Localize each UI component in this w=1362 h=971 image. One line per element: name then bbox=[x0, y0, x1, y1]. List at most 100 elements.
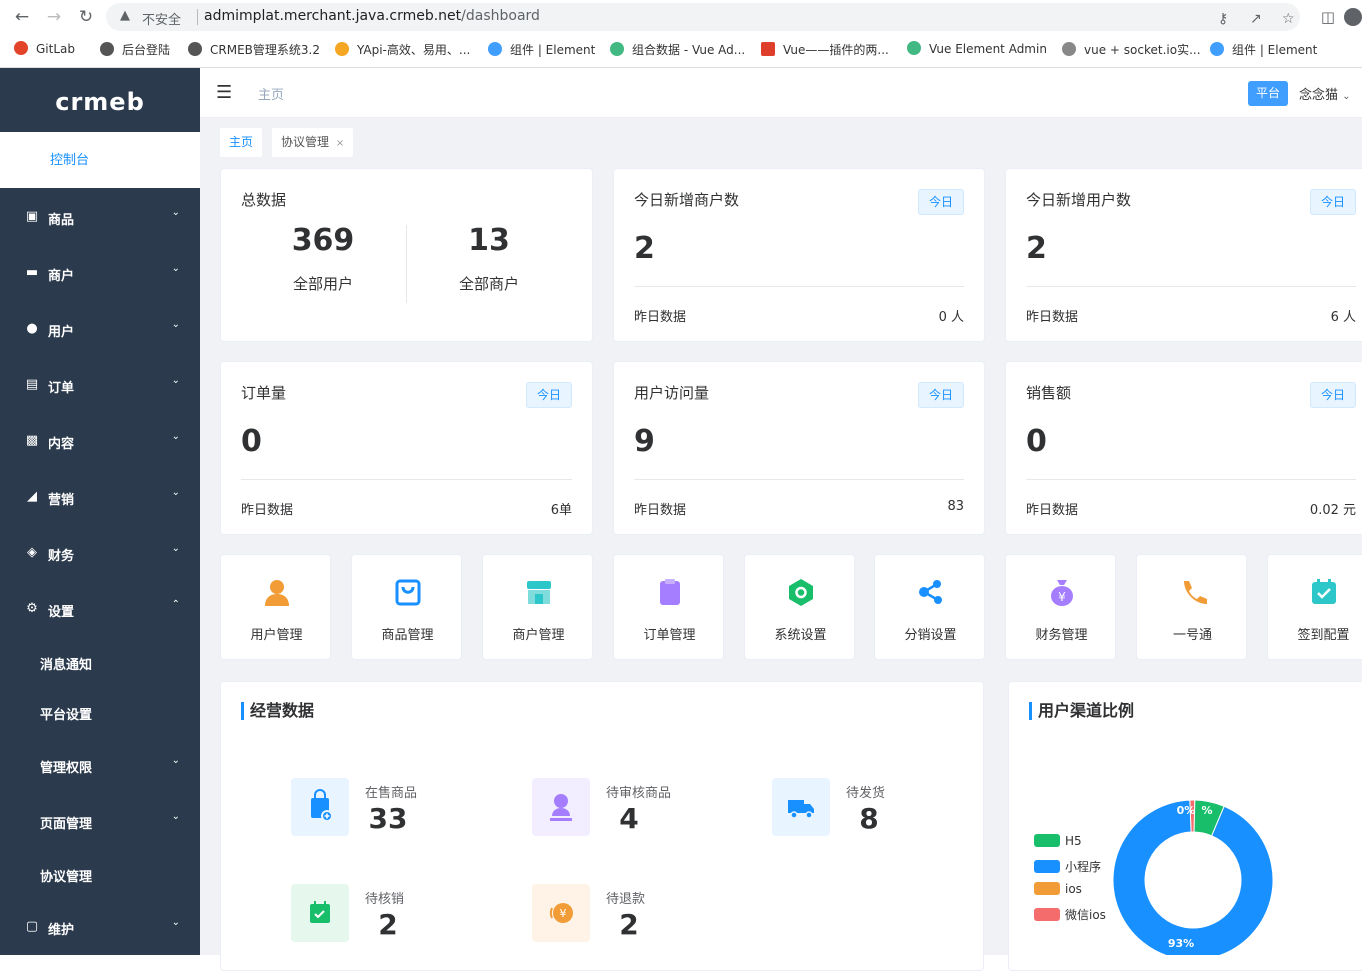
sidebar-item-finance[interactable]: ◈ 财务 ⌄ bbox=[0, 526, 200, 582]
quick-link-label: 订单管理 bbox=[643, 628, 696, 643]
sidebar-item-content[interactable]: ▩ 内容 ⌄ bbox=[0, 414, 200, 470]
quick-link-yihaotong[interactable]: 一号通 bbox=[1136, 554, 1247, 660]
username: 念念猫 bbox=[1299, 88, 1339, 103]
pending-verify-stat[interactable]: 待核销 2 bbox=[291, 884, 511, 944]
quick-link-distribution-settings[interactable]: 分销设置 bbox=[874, 554, 985, 660]
tool-icon: ▢ bbox=[25, 919, 39, 934]
stat-value: 2 bbox=[619, 908, 639, 941]
address-bar[interactable]: ▲ 不安全 admimplat.merchant.java.crmeb.net/… bbox=[106, 3, 1300, 31]
forward-arrow-icon[interactable]: → bbox=[42, 5, 66, 29]
chevron-down-icon: ⌄ bbox=[171, 811, 180, 822]
bookmark-item[interactable]: 后台登陆 bbox=[100, 41, 170, 58]
quick-link-merchant-management[interactable]: 商户管理 bbox=[482, 554, 593, 660]
quick-link-label: 财务管理 bbox=[1035, 628, 1088, 643]
sidebar-subitem-agreement[interactable]: 协议管理 bbox=[0, 850, 200, 900]
divider bbox=[634, 286, 964, 287]
chevron-up-icon: ⌃ bbox=[171, 599, 180, 610]
sidebar-item-maintain[interactable]: ▢ 维护 ⌄ bbox=[0, 900, 200, 956]
insecure-label: 不安全 bbox=[142, 13, 182, 28]
bookmark-item[interactable]: 组件 | Element bbox=[1210, 41, 1317, 58]
book-icon: ▩ bbox=[25, 433, 39, 448]
csdn-icon bbox=[761, 42, 775, 56]
quick-link-finance-management[interactable]: ¥ 财务管理 bbox=[1005, 554, 1116, 660]
sidebar: crmeb 控制台 ▣ 商品 ⌄ ▬ 商户 ⌄ ● 用户 ⌄ ▤ 订单 ⌄ ▩ … bbox=[0, 68, 200, 955]
yesterday-value: 0.02 元 bbox=[1309, 503, 1356, 518]
legend-item-wechat-ios[interactable]: 微信ios bbox=[1034, 906, 1106, 923]
sidebar-item-user[interactable]: ● 用户 ⌄ bbox=[0, 302, 200, 358]
yesterday-value: 0 人 bbox=[938, 310, 964, 325]
quick-link-order-management[interactable]: 订单管理 bbox=[613, 554, 724, 660]
card-title: 订单量 bbox=[241, 384, 287, 402]
panel-title: 经营数据 bbox=[241, 702, 314, 720]
link-icon bbox=[1062, 42, 1076, 56]
legend-item-h5[interactable]: H5 bbox=[1034, 834, 1082, 848]
star-icon[interactable]: ☆ bbox=[1282, 11, 1295, 27]
bookmark-item[interactable]: Vue Element Admin bbox=[907, 41, 1047, 56]
card-value: 0 bbox=[241, 424, 262, 459]
sidebar-item-goods[interactable]: ▣ 商品 ⌄ bbox=[0, 190, 200, 246]
legend-item-ios[interactable]: ios bbox=[1034, 882, 1082, 896]
quick-link-goods-management[interactable]: 商品管理 bbox=[351, 554, 462, 660]
breadcrumb[interactable]: 主页 bbox=[258, 84, 284, 103]
close-icon[interactable]: × bbox=[336, 138, 344, 149]
reload-icon[interactable]: ↻ bbox=[74, 5, 98, 29]
tab-agreement[interactable]: 协议管理 × bbox=[272, 128, 354, 157]
user-menu[interactable]: 念念猫 ⌄ bbox=[1299, 84, 1351, 103]
yesterday-value: 6单 bbox=[550, 503, 572, 518]
side-panel-icon[interactable]: ◫ bbox=[1316, 5, 1340, 29]
bookmark-item[interactable]: 组合数据 - Vue Ad... bbox=[610, 41, 745, 58]
user-icon bbox=[265, 580, 289, 606]
bookmark-label: Vue Element Admin bbox=[929, 42, 1047, 56]
quick-link-system-settings[interactable]: 系统设置 bbox=[744, 554, 855, 660]
sidebar-subitem-platform[interactable]: 平台设置 bbox=[0, 688, 200, 738]
sidebar-item-label: 财务 bbox=[48, 549, 75, 564]
sidebar-item-order[interactable]: ▤ 订单 ⌄ bbox=[0, 358, 200, 414]
lock-icon: ▣ bbox=[25, 209, 39, 224]
profile-avatar-icon[interactable] bbox=[1344, 8, 1362, 26]
logo[interactable]: crmeb bbox=[0, 68, 200, 132]
quick-link-user-management[interactable]: 用户管理 bbox=[220, 554, 331, 660]
sidebar-item-console[interactable]: 控制台 bbox=[0, 132, 200, 188]
bookmark-label: CRMEB管理系统3.2 bbox=[210, 43, 320, 57]
chevron-down-icon: ⌄ bbox=[171, 319, 180, 330]
bookmark-label: Vue——插件的两... bbox=[783, 43, 889, 57]
bookmark-item[interactable]: Vue——插件的两... bbox=[761, 41, 889, 58]
chevron-down-icon: ⌄ bbox=[171, 917, 180, 928]
sidebar-subitem-permissions[interactable]: 管理权限 ⌄ bbox=[0, 741, 200, 791]
sidebar-item-merchant[interactable]: ▬ 商户 ⌄ bbox=[0, 246, 200, 302]
element-icon bbox=[488, 42, 502, 56]
stat-value: 8 bbox=[859, 802, 879, 835]
on-sale-goods-stat[interactable]: 在售商品 33 bbox=[291, 778, 511, 838]
legend-item-miniprogram[interactable]: 小程序 bbox=[1034, 858, 1101, 875]
vue-icon bbox=[907, 41, 921, 55]
key-icon[interactable]: ⚷ bbox=[1218, 11, 1228, 27]
pending-shipment-stat[interactable]: 待发货 8 bbox=[772, 778, 992, 838]
menu-toggle-icon[interactable]: ☰ bbox=[216, 82, 232, 103]
divider bbox=[1026, 286, 1356, 287]
card-value: 2 bbox=[1026, 231, 1047, 266]
stat-label: 在售商品 bbox=[365, 786, 418, 801]
sidebar-subitem-notify[interactable]: 消息通知 bbox=[0, 638, 200, 688]
bookmark-item[interactable]: YApi-高效、易用、... bbox=[335, 41, 470, 58]
bookmark-item[interactable]: GitLab bbox=[14, 41, 75, 56]
pending-refund-stat[interactable]: ¥ 待退款 2 bbox=[532, 884, 752, 944]
bookmark-item[interactable]: CRMEB管理系统3.2 bbox=[188, 41, 320, 58]
operations-panel: 经营数据 在售商品 33 待审核商品 4 待发货 8 待核销 2 ¥ 待退款 2 bbox=[220, 681, 984, 971]
clipboard-icon: ▤ bbox=[25, 377, 39, 392]
sidebar-subitem-pages[interactable]: 页面管理 ⌄ bbox=[0, 797, 200, 847]
sidebar-item-settings[interactable]: ⚙ 设置 ⌃ bbox=[0, 582, 200, 638]
card-value: 0 bbox=[1026, 424, 1047, 459]
stat-label: 待退款 bbox=[606, 892, 646, 907]
back-arrow-icon[interactable]: ← bbox=[10, 5, 34, 29]
quick-link-signin-config[interactable]: 签到配置 bbox=[1267, 554, 1362, 660]
tab-home[interactable]: 主页 bbox=[220, 128, 263, 157]
bookmark-item[interactable]: 组件 | Element bbox=[488, 41, 595, 58]
share-icon[interactable]: ↗ bbox=[1250, 11, 1262, 27]
phone-icon bbox=[1184, 581, 1207, 604]
pending-review-goods-stat[interactable]: 待审核商品 4 bbox=[532, 778, 752, 838]
divider bbox=[1026, 479, 1356, 480]
gear-icon: ⚙ bbox=[26, 601, 38, 616]
panel-title: 用户渠道比例 bbox=[1029, 702, 1134, 720]
sidebar-item-marketing[interactable]: ◢ 营销 ⌄ bbox=[0, 470, 200, 526]
bookmark-item[interactable]: vue + socket.io实... bbox=[1062, 41, 1201, 58]
